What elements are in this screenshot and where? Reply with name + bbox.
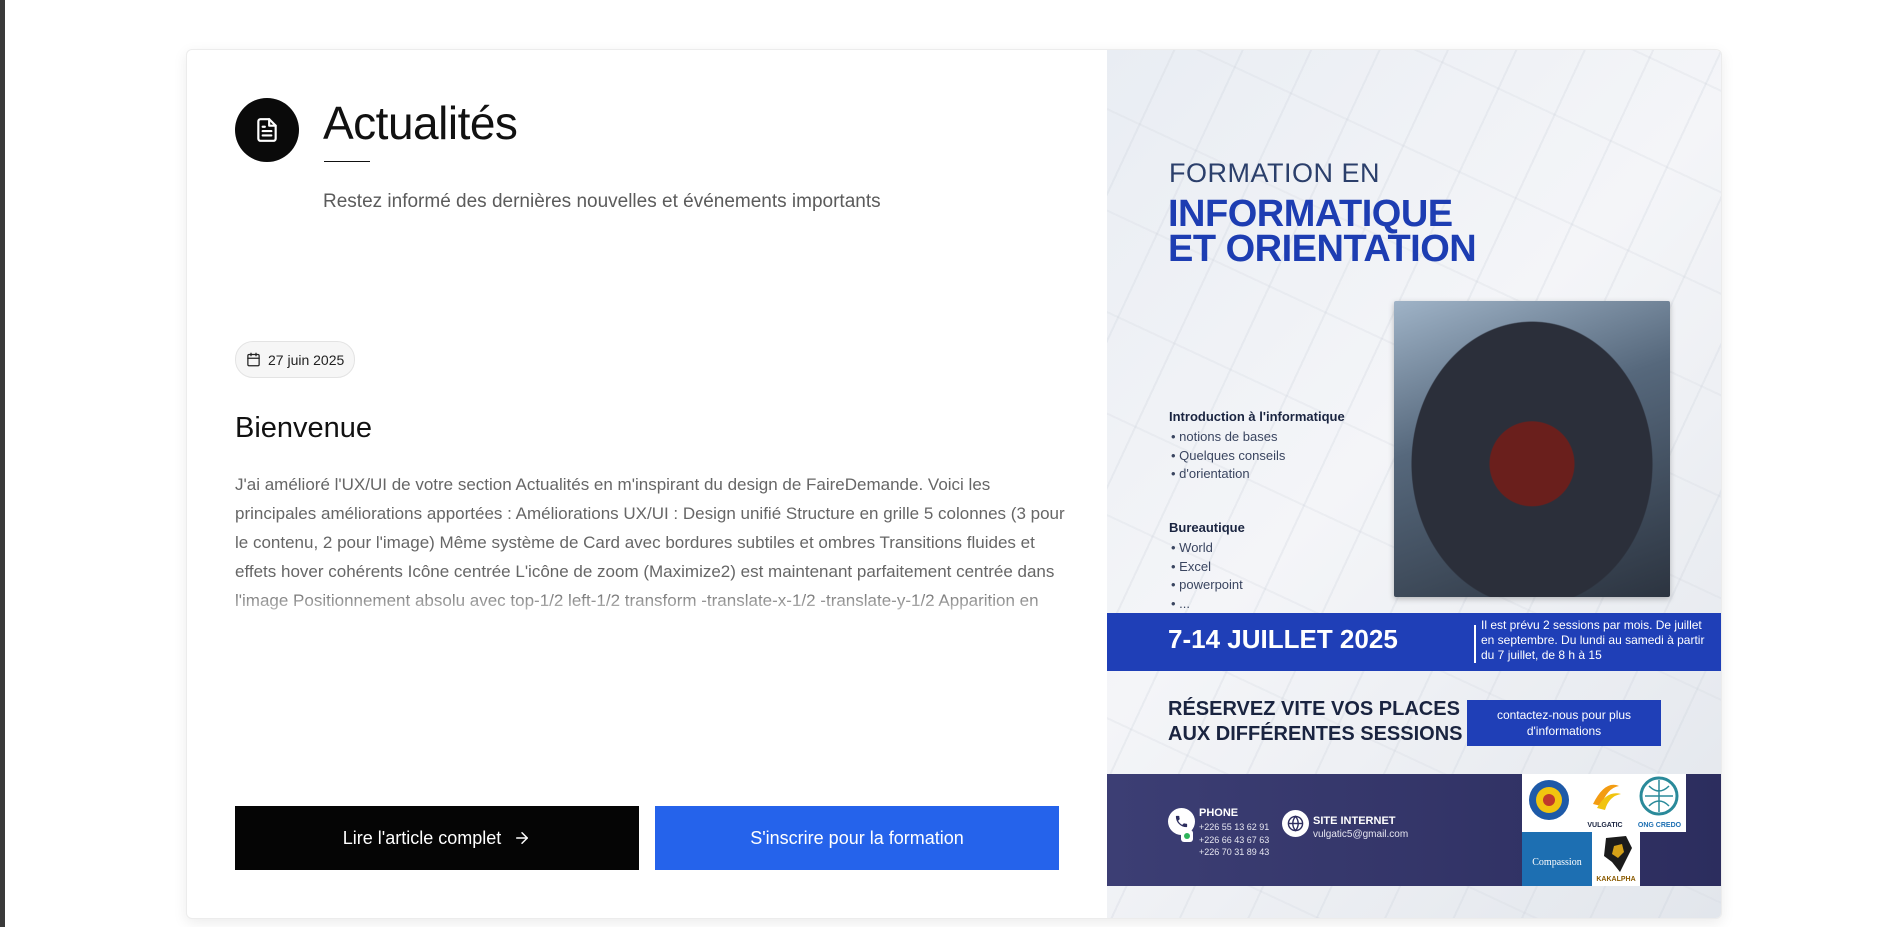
poster-reserve-line1: RÉSERVEZ VITE VOS PLACES [1168,698,1460,720]
globe-icon [1282,810,1309,837]
poster-list-item: Excel [1171,558,1243,577]
poster-band-divider [1474,625,1476,663]
poster-list-item: notions de bases [1171,428,1285,447]
poster-list-item: powerpoint [1171,576,1243,595]
news-card: Actualités Restez informé des dernières … [186,49,1722,919]
calendar-icon [247,352,260,367]
kakalpha-logo: KAKALPHA [1592,832,1640,886]
date-badge: 27 juin 2025 [235,341,356,378]
window-left-edge [0,0,5,927]
whatsapp-icon [1181,830,1193,842]
partner-logo-seal [1522,774,1577,832]
poster-section1-list: notions de bases Quelques conseils d'ori… [1171,428,1285,484]
register-training-label: S'inscrire pour la formation [750,827,964,848]
register-training-button[interactable]: S'inscrire pour la formation [655,806,1059,870]
article-date: 27 juin 2025 [268,351,345,368]
poster-reserve-line2: AUX DIFFÉRENTES SESSIONS [1168,723,1463,745]
poster-section1-title: Introduction à l'informatique [1169,409,1345,424]
section-title: Actualités [323,97,518,149]
ong-credo-logo-text: ONG CREDO [1637,822,1682,829]
article-image[interactable]: FORMATION EN INFORMATIQUE ET ORIENTATION… [1107,50,1721,918]
vulgatic-logo: VULGATIC [1577,774,1633,832]
article-title: Bienvenue [235,412,373,444]
news-content: Actualités Restez informé des dernières … [187,50,1107,918]
poster-dates: 7-14 JUILLET 2025 [1168,624,1398,654]
excerpt-fade [235,590,1065,622]
poster-list-item: Quelques conseils [1171,447,1285,466]
poster-list-item: d'orientation [1171,465,1285,484]
arrow-right-icon [516,832,529,844]
ong-credo-logo: ONG CREDO [1633,774,1686,832]
section-subtitle: Restez informé des dernières nouvelles e… [323,191,881,212]
poster-phone-numbers: +226 55 13 62 91 +226 66 43 67 63 +226 7… [1199,821,1269,859]
poster-phone: +226 70 31 89 43 [1199,847,1270,857]
poster-site-label: SITE INTERNET [1313,815,1396,827]
poster-list-item: World [1171,539,1243,558]
poster-reserve: RÉSERVEZ VITE VOS PLACES AUX DIFFÉRENTES… [1168,697,1463,747]
read-article-label: Lire l'article complet [342,827,502,848]
meeting-photo [1394,301,1670,597]
poster-heading-line1: INFORMATIQUE [1168,193,1453,235]
poster-heading-line2: ET ORIENTATION [1168,228,1477,270]
title-underline [324,161,370,162]
vulgatic-logo-text: VULGATIC [1587,822,1623,829]
poster-phone: +226 66 43 67 63 [1199,834,1270,845]
poster-heading: INFORMATIQUE ET ORIENTATION [1168,193,1477,270]
kakalpha-logo-text: KAKALPHA [1596,876,1636,883]
poster-section2-title: Bureautique [1169,520,1245,535]
poster-section2-list: World Excel powerpoint ... [1171,539,1243,613]
poster-contact-box: contactez-nous pour plus d'informations [1467,700,1661,746]
compassion-logo-text: Compassion [1532,857,1582,868]
poster-kicker: FORMATION EN [1169,158,1380,188]
poster-phone-label: PHONE [1199,807,1239,819]
poster-site-email: vulgatic5@gmail.com [1313,829,1409,840]
poster-list-item: ... [1171,595,1243,614]
poster-phone: +226 55 13 62 91 [1199,822,1270,832]
poster-dates-note: Il est prévu 2 sessions par mois. De jui… [1481,618,1705,662]
document-icon [235,98,299,162]
read-article-button[interactable]: Lire l'article complet [235,806,639,870]
compassion-logo: Compassion [1522,832,1592,886]
